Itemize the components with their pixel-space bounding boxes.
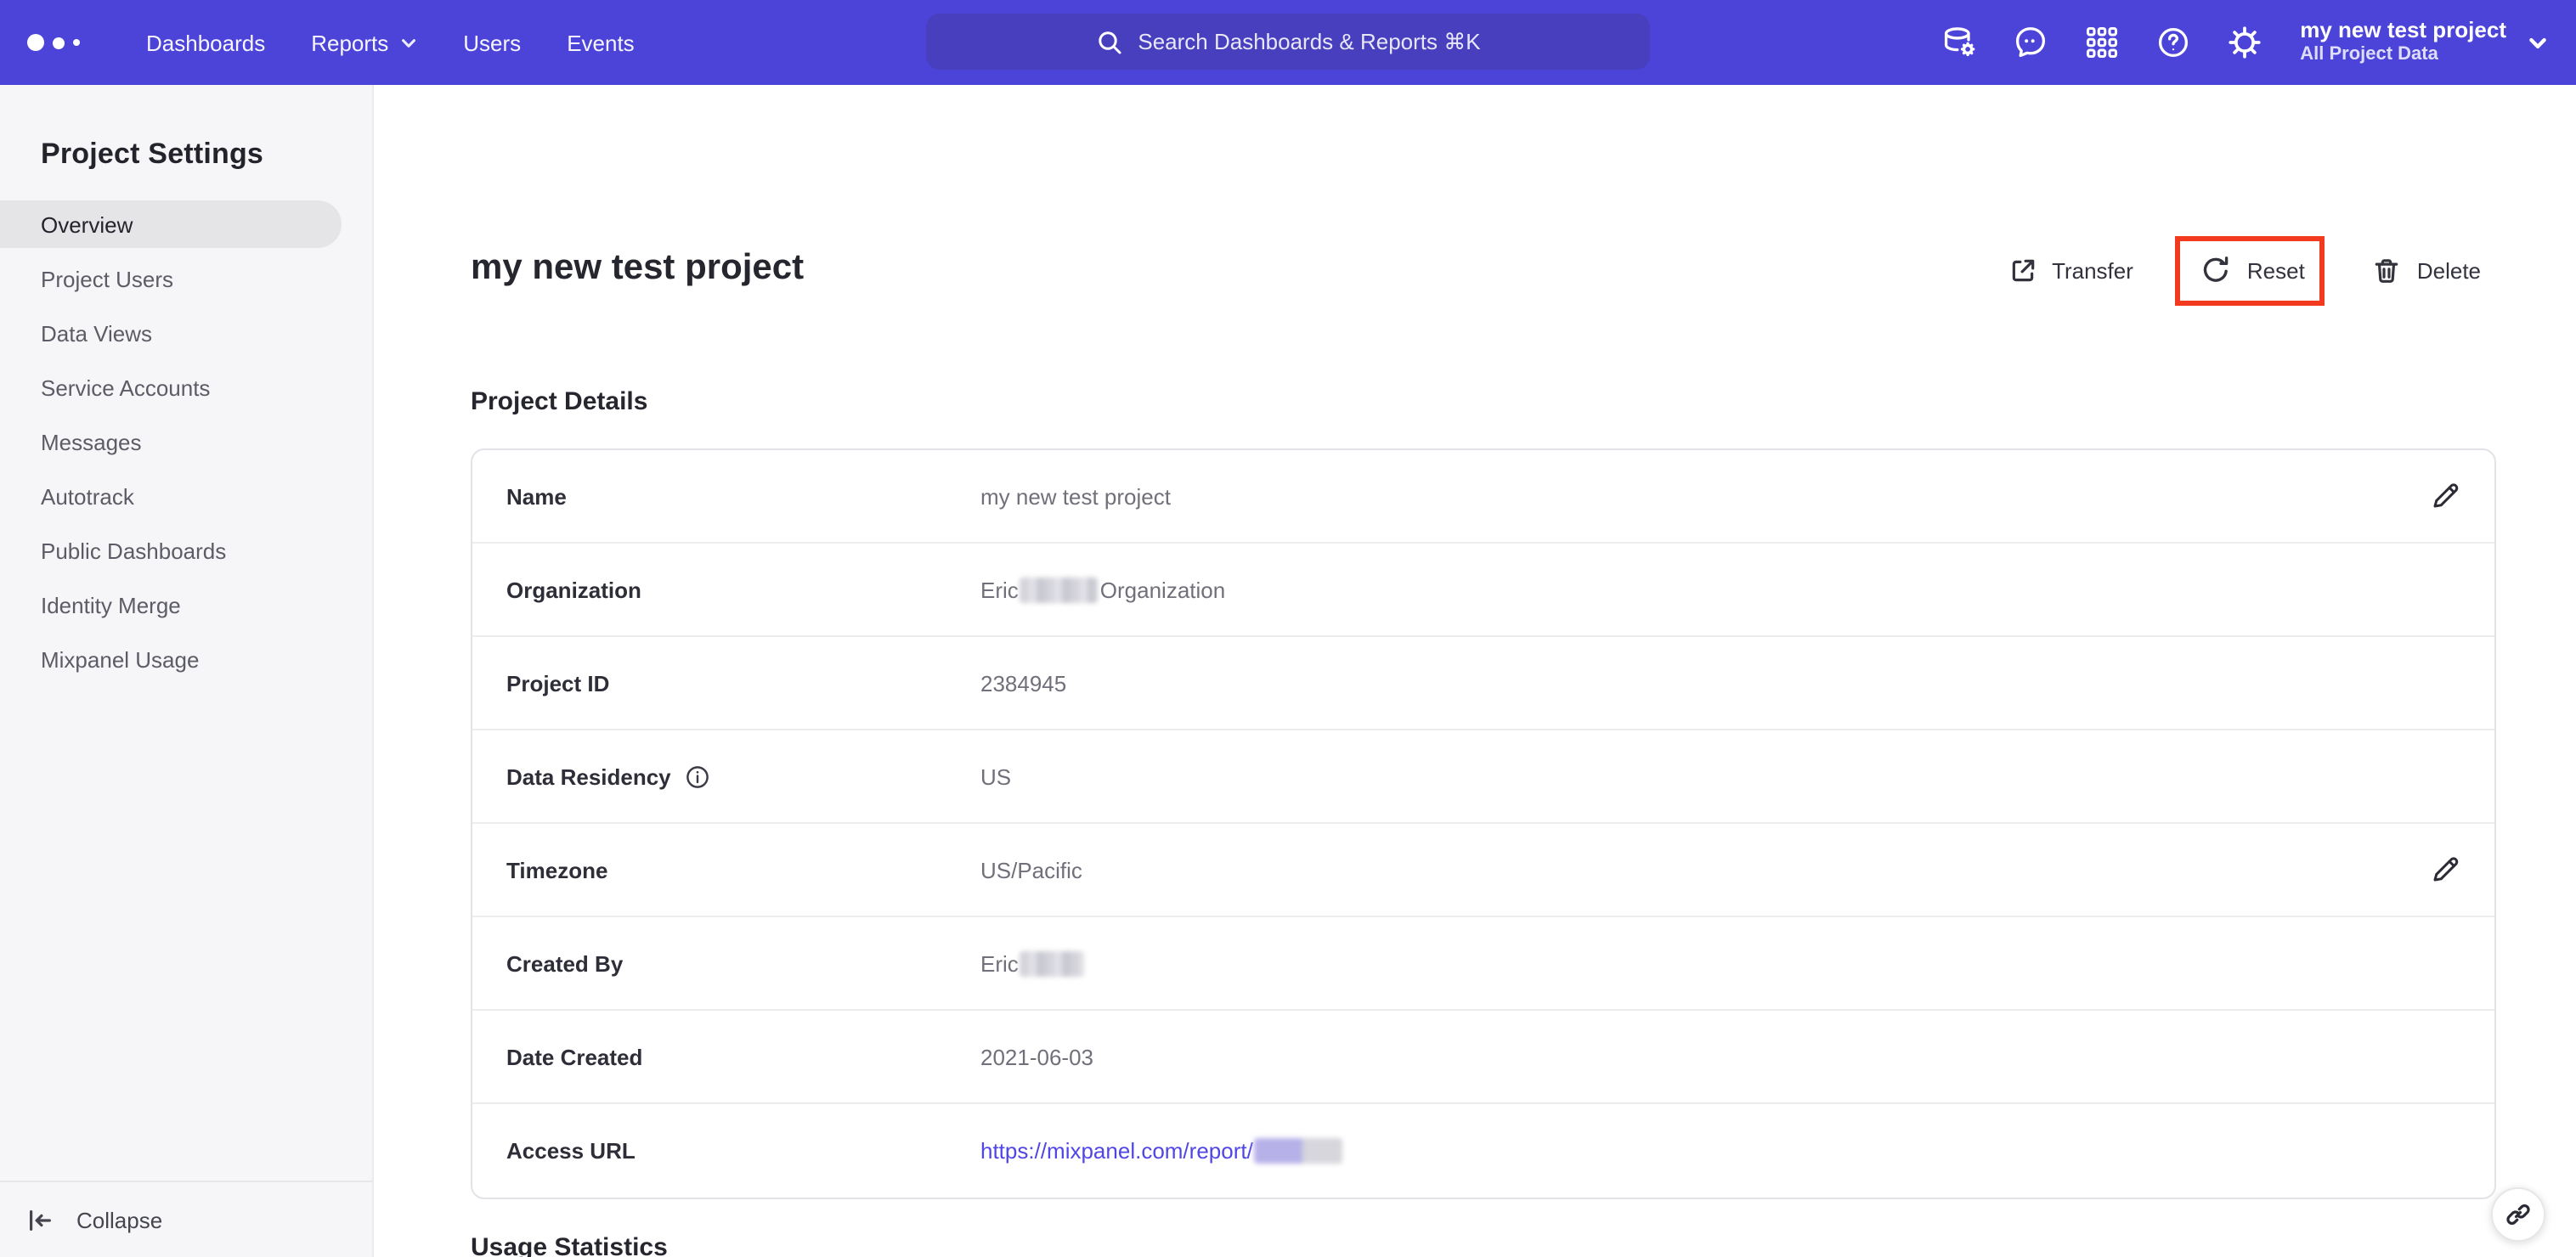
nav-item-reports[interactable]: Reports <box>311 30 417 55</box>
nav-item-dashboards[interactable]: Dashboards <box>146 30 265 55</box>
chevron-down-icon <box>2527 31 2549 54</box>
table-row-project-id: Project ID 2384945 <box>472 637 2494 730</box>
nav-item-events[interactable]: Events <box>567 30 635 55</box>
row-label: Project ID <box>506 670 610 696</box>
apps-grid-icon[interactable] <box>2082 24 2120 61</box>
row-value: https://mixpanel.com/report/ <box>980 1138 2460 1164</box>
help-icon[interactable] <box>2154 24 2191 61</box>
row-value: US <box>980 764 1012 789</box>
row-value: 2384945 <box>980 670 1067 696</box>
table-row-data-residency: Data Residency US <box>472 730 2494 824</box>
table-row-access-url: Access URL https://mixpanel.com/report/ <box>472 1104 2494 1198</box>
row-label: Timezone <box>506 857 608 882</box>
search-icon <box>1095 28 1122 55</box>
trash-icon <box>2373 256 2402 285</box>
main-content: my new test project Transfer Reset Delet… <box>374 85 2576 1257</box>
pencil-icon <box>2430 854 2460 885</box>
project-selector-name: my new test project <box>2300 17 2506 42</box>
sidebar-item-mixpanel-usage[interactable]: Mixpanel Usage <box>0 635 342 683</box>
sidebar-item-service-accounts[interactable]: Service Accounts <box>0 364 342 411</box>
feedback-chat-icon[interactable] <box>2011 24 2048 61</box>
nav-item-users[interactable]: Users <box>463 30 521 55</box>
mixpanel-logo-icon[interactable] <box>27 34 105 51</box>
redacted-text <box>1020 950 1085 976</box>
row-value: US/Pacific <box>980 857 1082 882</box>
row-value: Eric <box>980 950 2460 976</box>
page-title: my new test project <box>471 248 805 287</box>
row-label: Name <box>506 483 567 509</box>
row-label: Organization <box>506 577 641 602</box>
redacted-text <box>1020 577 1099 602</box>
row-label: Access URL <box>506 1138 636 1164</box>
sidebar-item-public-dashboards[interactable]: Public Dashboards <box>0 527 342 574</box>
app-window: Dashboards Reports Users Events Search Dash… <box>0 0 2576 1257</box>
project-selector[interactable]: my new test project All Project Data <box>2300 17 2549 68</box>
row-label: Date Created <box>506 1044 643 1069</box>
table-row-name: Name my new test project <box>472 450 2494 544</box>
external-link-icon <box>2008 256 2037 285</box>
row-value: my new test project <box>980 483 1171 509</box>
table-row-created-by: Created By Eric <box>472 917 2494 1011</box>
delete-button[interactable]: Delete <box>2373 256 2481 285</box>
row-value: Eric Organization <box>980 577 1226 602</box>
section-title-project-details: Project Details <box>471 387 648 416</box>
project-details-card: Name my new test project Organization Er… <box>471 448 2496 1199</box>
nav-right-cluster: my new test project All Project Data <box>1940 17 2576 68</box>
sidebar-item-overview[interactable]: Overview <box>0 200 342 248</box>
sidebar-title: Project Settings <box>41 138 264 170</box>
sidebar-item-data-views[interactable]: Data Views <box>0 309 342 357</box>
data-management-icon[interactable] <box>1940 24 1977 61</box>
info-icon[interactable] <box>685 764 710 789</box>
sidebar-item-identity-merge[interactable]: Identity Merge <box>0 581 342 628</box>
nav-item-label: Events <box>567 30 635 55</box>
chevron-down-icon <box>398 33 417 52</box>
project-selector-scope: All Project Data <box>2300 44 2438 65</box>
table-row-timezone: Timezone US/Pacific <box>472 824 2494 917</box>
row-label: Created By <box>506 950 624 976</box>
reset-button[interactable]: Reset <box>2201 255 2305 285</box>
nav-item-label: Reports <box>311 30 389 55</box>
settings-gear-icon[interactable] <box>2225 24 2262 61</box>
transfer-label: Transfer <box>2052 257 2133 283</box>
project-actions: Transfer Reset Delete <box>2008 236 2481 306</box>
global-search-input[interactable]: Search Dashboards & Reports ⌘K <box>926 14 1650 70</box>
section-title-usage-statistics: Usage Statistics <box>471 1233 668 1257</box>
search-placeholder: Search Dashboards & Reports ⌘K <box>1138 28 1481 54</box>
row-value: 2021-06-03 <box>980 1044 1093 1069</box>
edit-button[interactable] <box>2426 854 2460 885</box>
delete-label: Delete <box>2416 257 2481 283</box>
refresh-icon <box>2201 255 2232 285</box>
copy-link-button[interactable] <box>2491 1187 2545 1242</box>
settings-sidebar: Project Settings Overview Project Users Da… <box>0 85 374 1257</box>
sidebar-items: Overview Project Users Data Views Service A… <box>0 200 372 683</box>
sidebar-item-project-users[interactable]: Project Users <box>0 255 342 302</box>
reset-label: Reset <box>2246 257 2305 283</box>
nav-item-label: Users <box>463 30 522 55</box>
collapse-sidebar-button[interactable]: Collapse <box>0 1181 372 1257</box>
table-row-date-created: Date Created 2021-06-03 <box>472 1011 2494 1104</box>
redacted-text <box>1254 1138 1343 1164</box>
nav-links: Dashboards Reports Users Events <box>146 30 635 55</box>
collapse-icon <box>25 1205 54 1234</box>
pencil-icon <box>2430 481 2460 511</box>
top-nav-bar: Dashboards Reports Users Events Search Dash… <box>0 0 2576 85</box>
row-label: Data Residency <box>506 764 980 789</box>
transfer-button[interactable]: Transfer <box>2008 256 2133 285</box>
collapse-label: Collapse <box>76 1207 163 1232</box>
sidebar-item-autotrack[interactable]: Autotrack <box>0 472 342 520</box>
link-icon <box>2505 1201 2532 1228</box>
edit-button[interactable] <box>2426 481 2460 511</box>
nav-item-label: Dashboards <box>146 30 266 55</box>
sidebar-item-messages[interactable]: Messages <box>0 418 342 465</box>
table-row-organization: Organization Eric Organization <box>472 544 2494 637</box>
